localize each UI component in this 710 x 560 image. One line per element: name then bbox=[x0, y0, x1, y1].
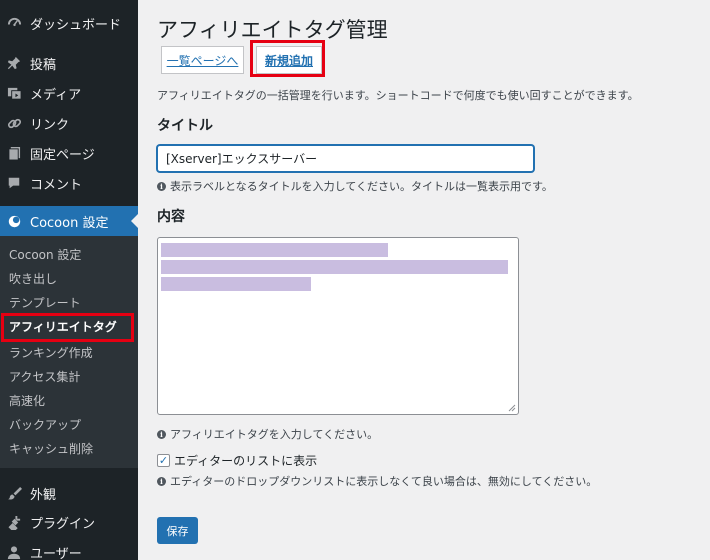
user-icon bbox=[6, 544, 22, 560]
redacted-content bbox=[161, 243, 388, 257]
main-content: アフィリエイトタグ管理 一覧ページへ 新規追加 アフィリエイトタグの一括管理を行… bbox=[138, 0, 710, 560]
link-icon bbox=[6, 115, 22, 131]
sidebar-item-label: メディア bbox=[30, 87, 82, 103]
sidebar-item-media[interactable]: メディア bbox=[0, 78, 138, 108]
save-button[interactable]: 保存 bbox=[157, 517, 198, 544]
cocoon-icon bbox=[6, 213, 22, 229]
sidebar-item-users[interactable]: ユーザー bbox=[0, 537, 138, 560]
sidebar-item-label: リンク bbox=[30, 117, 70, 133]
redacted-content bbox=[161, 260, 508, 274]
content-section-heading: 内容 bbox=[157, 209, 185, 225]
submenu-item-speedup[interactable]: 高速化 bbox=[0, 388, 138, 412]
info-icon: i bbox=[157, 181, 166, 191]
sidebar-item-label: プラグイン bbox=[30, 516, 96, 532]
editor-list-checkbox[interactable]: ✓ bbox=[157, 454, 170, 467]
submenu-item-balloons[interactable]: 吹き出し bbox=[0, 266, 138, 290]
sidebar-item-links[interactable]: リンク bbox=[0, 108, 138, 138]
sidebar-item-posts[interactable]: 投稿 bbox=[0, 48, 138, 78]
page-icon bbox=[6, 145, 22, 161]
checkbox-hint: i エディターのドロップダウンリストに表示しなくて良い場合は、無効にしてください… bbox=[157, 473, 597, 489]
tab-list-page[interactable]: 一覧ページへ bbox=[161, 46, 244, 74]
appearance-icon bbox=[6, 485, 22, 501]
dashboard-icon bbox=[6, 15, 22, 31]
submenu-item-cache-clear[interactable]: キャッシュ削除 bbox=[0, 436, 138, 460]
content-hint-text: アフィリエイトタグを入力してください。 bbox=[170, 428, 379, 441]
plugin-icon bbox=[6, 514, 22, 530]
sidebar-item-label: コメント bbox=[30, 177, 83, 193]
highlight-frame bbox=[1, 313, 134, 342]
info-icon: i bbox=[157, 476, 166, 486]
info-icon: i bbox=[157, 429, 166, 439]
sidebar-item-label: 投稿 bbox=[30, 57, 57, 73]
comment-icon bbox=[6, 175, 22, 191]
sidebar-item-dashboard[interactable]: ダッシュボード bbox=[0, 8, 138, 38]
sidebar-item-plugins[interactable]: プラグイン bbox=[0, 507, 138, 537]
editor-list-label: エディターのリストに表示 bbox=[174, 454, 318, 468]
editor-list-option[interactable]: ✓ エディターのリストに表示 bbox=[157, 452, 317, 469]
resize-handle-icon[interactable] bbox=[508, 404, 516, 412]
sidebar-item-pages[interactable]: 固定ページ bbox=[0, 138, 138, 168]
sidebar-item-label: ダッシュボード bbox=[30, 17, 122, 33]
sidebar-item-cocoon[interactable]: Cocoon 設定 bbox=[0, 206, 138, 236]
content-textarea[interactable] bbox=[157, 237, 519, 415]
cocoon-submenu: Cocoon 設定 吹き出し テンプレート アフィリエイトタグ ランキング作成 … bbox=[0, 236, 138, 468]
content-hint: i アフィリエイトタグを入力してください。 bbox=[157, 426, 378, 442]
sidebar-item-label: 固定ページ bbox=[30, 147, 95, 163]
sidebar-item-label: ユーザー bbox=[30, 546, 82, 560]
sidebar-item-label: 外観 bbox=[30, 487, 57, 503]
title-input[interactable]: [Xserver]エックスサーバー bbox=[157, 145, 534, 172]
submenu-item-cocoon-settings[interactable]: Cocoon 設定 bbox=[0, 242, 138, 266]
sidebar-item-label: Cocoon 設定 bbox=[30, 215, 109, 231]
title-hint-text: 表示ラベルとなるタイトルを入力してください。タイトルは一覧表示用です。 bbox=[170, 180, 553, 193]
submenu-item-backup[interactable]: バックアップ bbox=[0, 412, 138, 436]
submenu-item-access-stats[interactable]: アクセス集計 bbox=[0, 364, 138, 388]
highlight-frame bbox=[250, 40, 325, 77]
submenu-item-ranking[interactable]: ランキング作成 bbox=[0, 340, 138, 364]
redacted-content bbox=[161, 277, 311, 291]
media-icon bbox=[6, 85, 22, 101]
pin-icon bbox=[6, 55, 22, 71]
checkbox-hint-text: エディターのドロップダウンリストに表示しなくて良い場合は、無効にしてください。 bbox=[170, 475, 598, 488]
admin-sidebar: ダッシュボード 投稿 メディア リンク 固定ページ コメント Cocoon 設定… bbox=[0, 0, 138, 560]
title-hint: i 表示ラベルとなるタイトルを入力してください。タイトルは一覧表示用です。 bbox=[157, 178, 553, 194]
title-section-heading: タイトル bbox=[157, 118, 213, 134]
page-description: アフィリエイトタグの一括管理を行います。ショートコードで何度でも使い回すことがで… bbox=[157, 89, 639, 102]
sidebar-item-comments[interactable]: コメント bbox=[0, 168, 138, 198]
submenu-item-templates[interactable]: テンプレート bbox=[0, 290, 138, 314]
sidebar-item-appearance[interactable]: 外観 bbox=[0, 478, 138, 508]
